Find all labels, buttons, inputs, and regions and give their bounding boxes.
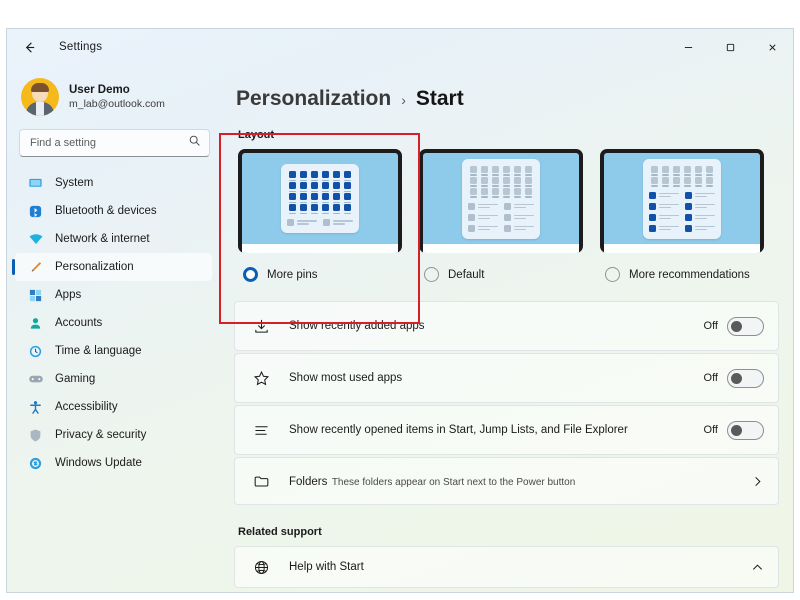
app-title: Settings <box>59 41 103 53</box>
radio-button[interactable] <box>605 267 620 282</box>
content-pane: Personalization › Start Layout More pins… <box>220 65 793 592</box>
toggle-state-label: Off <box>703 372 718 384</box>
chevron-up-icon[interactable] <box>751 561 764 574</box>
layout-option-label: More pins <box>267 268 318 281</box>
page-title: Start <box>415 87 464 110</box>
sidebar-item-time-language[interactable]: Time & language <box>15 337 212 365</box>
sidebar-item-label: Bluetooth & devices <box>55 205 157 217</box>
search-box[interactable] <box>19 129 210 157</box>
sidebar-item-apps[interactable]: Apps <box>15 281 212 309</box>
sidebar-item-personalization[interactable]: Personalization <box>12 253 212 281</box>
sidebar-item-system[interactable]: System <box>15 169 212 197</box>
row-title: Show recently added apps <box>289 320 425 332</box>
avatar <box>21 78 59 116</box>
layout-option-label: Default <box>448 268 485 281</box>
wifi-icon <box>27 231 44 248</box>
toggle-state-label: Off <box>703 424 718 436</box>
toggle-show-most-used-apps[interactable] <box>727 368 764 388</box>
sidebar-item-label: Time & language <box>55 345 142 357</box>
layout-option-more-pins[interactable]: More pins <box>238 149 402 282</box>
breadcrumb: Personalization › Start <box>234 65 779 125</box>
row-title: Show most used apps <box>289 372 403 384</box>
row-folders[interactable]: Folders These folders appear on Start ne… <box>234 457 779 505</box>
sidebar-item-label: Windows Update <box>55 457 142 469</box>
sidebar-item-privacy-security[interactable]: Privacy & security <box>15 421 212 449</box>
sidebar-item-label: Gaming <box>55 373 96 385</box>
sidebar-item-label: Accounts <box>55 317 103 329</box>
sidebar: User Demo m_lab@outlook.com System <box>7 65 220 592</box>
search-input[interactable] <box>30 137 188 149</box>
account-email: m_lab@outlook.com <box>69 97 165 110</box>
sidebar-item-accounts[interactable]: Accounts <box>15 309 212 337</box>
layout-thumbnail[interactable] <box>419 149 583 253</box>
apps-icon <box>27 287 44 304</box>
radio-button[interactable] <box>243 267 258 282</box>
paintbrush-icon <box>27 259 44 276</box>
row-title: Folders <box>289 476 328 488</box>
sidebar-item-label: Privacy & security <box>55 429 147 441</box>
related-support-section: Related support Help with Start <box>234 522 779 588</box>
row-title: Help with Start <box>289 561 364 573</box>
star-icon <box>251 370 272 387</box>
layout-thumbnail[interactable] <box>238 149 402 253</box>
sidebar-item-bluetooth-devices[interactable]: Bluetooth & devices <box>15 197 212 225</box>
accessibility-icon <box>27 399 44 416</box>
sidebar-item-label: Accessibility <box>55 401 118 413</box>
settings-window: Settings User Demo m_lab@outlook.com Fin… <box>6 28 794 593</box>
layout-radio-more-pins[interactable]: More pins <box>238 253 402 282</box>
sidebar-item-gaming[interactable]: Gaming <box>15 365 212 393</box>
list-icon <box>251 422 272 439</box>
folder-icon <box>251 473 272 490</box>
gamepad-icon <box>27 371 44 388</box>
sidebar-nav: System Bluetooth & devices Network & int… <box>7 169 220 477</box>
layout-option-label: More recommendations <box>629 268 750 281</box>
person-icon <box>27 315 44 332</box>
title-bar: Settings <box>7 29 793 65</box>
close-button[interactable] <box>751 29 793 65</box>
back-button[interactable] <box>13 31 45 63</box>
layout-radio-default[interactable]: Default <box>419 253 583 282</box>
row-title: Show recently opened items in Start, Jum… <box>289 424 628 436</box>
chevron-right-icon[interactable] <box>751 475 764 488</box>
layout-option-more-recommendations[interactable]: More recommendations <box>600 149 764 282</box>
layout-options: More pins Default More recommendations <box>234 149 779 282</box>
sidebar-item-label: Apps <box>55 289 82 301</box>
settings-rows: Show recently added apps Off Show most u… <box>234 301 779 505</box>
search-icon <box>188 134 201 152</box>
row-subtitle: These folders appear on Start next to th… <box>331 477 576 488</box>
radio-button[interactable] <box>424 267 439 282</box>
update-icon <box>27 455 44 472</box>
sidebar-item-label: System <box>55 177 94 189</box>
breadcrumb-parent[interactable]: Personalization <box>236 87 391 111</box>
layout-heading: Layout <box>238 129 275 141</box>
sidebar-item-windows-update[interactable]: Windows Update <box>15 449 212 477</box>
sidebar-item-accessibility[interactable]: Accessibility <box>15 393 212 421</box>
download-icon <box>251 318 272 335</box>
globe-icon <box>251 559 272 576</box>
sidebar-item-label: Network & internet <box>55 233 150 245</box>
toggle-show-recently-added-apps[interactable] <box>727 316 764 336</box>
layout-thumbnail[interactable] <box>600 149 764 253</box>
row-help-with-start[interactable]: Help with Start <box>234 546 779 588</box>
layout-radio-more-recommendations[interactable]: More recommendations <box>600 253 764 282</box>
sidebar-item-network-internet[interactable]: Network & internet <box>15 225 212 253</box>
layout-option-default[interactable]: Default <box>419 149 583 282</box>
bluetooth-icon <box>27 203 44 220</box>
row-show-recently-added-apps[interactable]: Show recently added apps Off <box>234 301 779 351</box>
monitor-icon <box>27 175 44 192</box>
row-show-recently-opened-items[interactable]: Show recently opened items in Start, Jum… <box>234 405 779 455</box>
toggle-state-label: Off <box>703 320 718 332</box>
minimize-button[interactable] <box>667 29 709 65</box>
row-show-most-used-apps[interactable]: Show most used apps Off <box>234 353 779 403</box>
clock-icon <box>27 343 44 360</box>
window-controls <box>667 29 793 65</box>
breadcrumb-separator: › <box>401 92 406 108</box>
account-block[interactable]: User Demo m_lab@outlook.com <box>7 71 220 123</box>
shield-icon <box>27 427 44 444</box>
account-name: User Demo <box>69 84 130 97</box>
related-support-heading: Related support <box>238 526 322 538</box>
toggle-show-recently-opened-items[interactable] <box>727 420 764 440</box>
maximize-button[interactable] <box>709 29 751 65</box>
sidebar-item-label: Personalization <box>55 261 134 273</box>
